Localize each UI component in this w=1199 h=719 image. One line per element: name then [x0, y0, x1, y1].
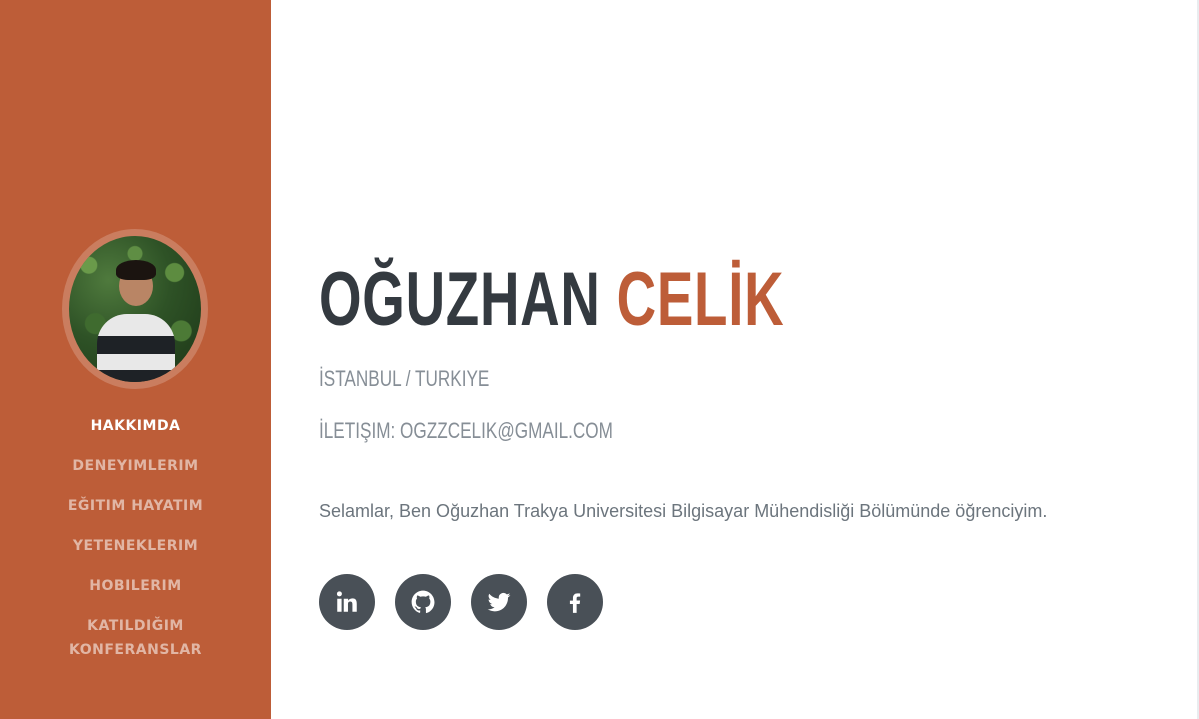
page-title: OĞUZHAN CELİK: [319, 252, 784, 348]
nav-item-label: EĞITIM HAYATIM: [67, 498, 204, 514]
contact-line: İLETIŞIM: OGZZCELIK@GMAIL.COM: [319, 418, 613, 444]
nav-item-label: HAKKIMDA: [90, 418, 181, 434]
main-content: OĞUZHAN CELİK İSTANBUL / TURKIYE İLETIŞI…: [319, 0, 1199, 719]
nav-item-label: HOBILERIM: [89, 578, 182, 594]
nav-item-label-line1: KATILDIĞIM: [87, 618, 184, 634]
nav-item-label-line2: KONFERANSLAR: [69, 642, 202, 658]
bio-text: Selamlar, Ben Oğuzhan Trakya Universites…: [319, 501, 1048, 521]
nav-item-deneyimlerim[interactable]: DENEYIMLERIM: [0, 454, 271, 478]
facebook-icon: [569, 593, 581, 613]
sidebar-nav: HAKKIMDA DENEYIMLERIM EĞITIM HAYATIM YET…: [0, 414, 271, 678]
twitter-button[interactable]: [471, 574, 527, 630]
facebook-button[interactable]: [547, 574, 603, 630]
twitter-icon: [487, 592, 511, 612]
avatar-frame: [62, 229, 208, 389]
avatar[interactable]: [69, 236, 201, 382]
avatar-hair: [116, 260, 156, 280]
nav-item-label: YETENEKLERIM: [72, 538, 199, 554]
github-button[interactable]: [395, 574, 451, 630]
nav-item-katildigim-konferanslar[interactable]: KATILDIĞIM KONFERANSLAR: [0, 614, 271, 662]
first-name: OĞUZHAN: [319, 257, 601, 342]
avatar-torso: [97, 314, 175, 382]
social-links: [319, 574, 603, 630]
linkedin-button[interactable]: [319, 574, 375, 630]
last-name: CELİK: [616, 257, 785, 342]
linkedin-icon: [336, 591, 357, 612]
location-text: İSTANBUL / TURKIYE: [319, 366, 490, 391]
github-icon: [411, 590, 435, 614]
email-link[interactable]: OGZZCELIK@GMAIL.COM: [400, 418, 613, 443]
nav-item-yeteneklerim[interactable]: YETENEKLERIM: [0, 534, 271, 558]
sidebar: HAKKIMDA DENEYIMLERIM EĞITIM HAYATIM YET…: [0, 0, 271, 719]
nav-item-hakkimda[interactable]: HAKKIMDA: [0, 414, 271, 438]
nav-item-egitim-hayatim[interactable]: EĞITIM HAYATIM: [0, 494, 271, 518]
contact-label: İLETIŞIM:: [319, 418, 396, 443]
nav-item-hobilerim[interactable]: HOBILERIM: [0, 574, 271, 598]
nav-item-label: DENEYIMLERIM: [72, 458, 199, 474]
